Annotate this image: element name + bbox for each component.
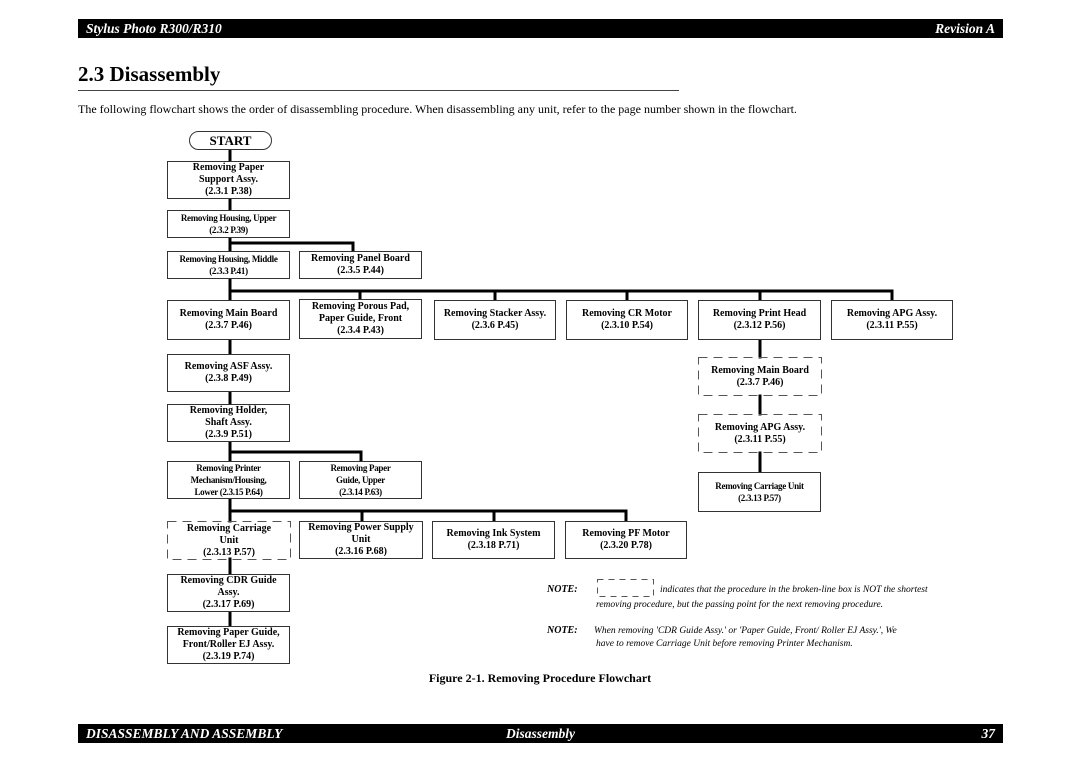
node-label-line: (2.3.12 P.56) (733, 320, 786, 331)
node-label-line: (2.3.14 P.63) (339, 487, 382, 497)
node-label-line: (2.3.19 P.74) (202, 651, 255, 662)
node-label-line: Unit (351, 534, 371, 545)
node-label-line: (2.3.6 P.45) (471, 320, 519, 331)
note-text-continued: removing procedure, but the passing poin… (596, 600, 884, 610)
node-label-line: (2.3.11 P.55) (734, 433, 786, 445)
node-cdr-guide: Removing CDR Guide Assy. (2.3.17 P.69) (167, 574, 290, 612)
node-label-line: Removing Paper (192, 162, 265, 173)
connector (228, 509, 628, 523)
node-label-line: Removing Print Head (712, 308, 807, 319)
node-label-line: (2.3.7 P.46) (736, 376, 784, 388)
node-label-line: Removing Main Board (711, 364, 809, 376)
node-label-line: (2.3.1 P.38) (205, 186, 252, 197)
node-label-line: (2.3.4 P.43) (337, 325, 384, 336)
node-label-line: Removing Printer (196, 463, 261, 473)
node-ink-system: Removing Ink System (2.3.18 P.71) (432, 521, 555, 559)
note-label: NOTE: (547, 625, 578, 636)
node-carriage-unit: Removing Carriage Unit (2.3.13 P.57) (698, 472, 821, 512)
node-label-line: Support Assy. (199, 174, 258, 185)
node-main-board-dashed: Removing Main Board (2.3.7 P.46) (698, 357, 822, 396)
note-text: When removing 'CDR Guide Assy.' or 'Pape… (594, 626, 897, 636)
connector (228, 241, 355, 253)
node-label-line: Mechanism/Housing, (190, 475, 267, 485)
node-label-line: Front/Roller EJ Assy. (182, 639, 275, 650)
node-label-line: (2.3.11 P.55) (866, 320, 918, 331)
node-label-line: (2.3.3 P.41) (209, 266, 248, 276)
node-label-line: Removing Carriage (186, 522, 272, 534)
node-label-line: Unit (219, 534, 239, 546)
node-label-line: (2.3.8 P.49) (205, 373, 252, 384)
node-label-line: (2.3.10 P.54) (601, 320, 653, 331)
note-text-continued: have to remove Carriage Unit before remo… (596, 639, 853, 649)
connector (228, 450, 363, 463)
node-label-line: Removing Stacker Assy. (443, 308, 547, 319)
node-label-line: (2.3.18 P.71) (467, 540, 520, 551)
node-label-line: (2.3.16 P.68) (335, 546, 387, 557)
node-label-line: (2.3.2 P.39) (209, 225, 248, 235)
start-terminal: START (189, 131, 272, 150)
node-label-line: (2.3.7 P.46) (205, 320, 252, 331)
node-label-line: Removing Ink System (446, 528, 541, 539)
node-printer-mechanism: Removing Printer Mechanism/Housing, Lower … (167, 461, 290, 499)
flowchart-connectors (167, 148, 894, 628)
node-label-line: Removing Main Board (179, 308, 278, 319)
node-asf: Removing ASF Assy. (2.3.8 P.49) (167, 354, 290, 392)
page-number: 37 (981, 725, 996, 741)
note-label: NOTE: (547, 584, 578, 595)
dashed-border (597, 579, 654, 597)
node-pf-motor: Removing PF Motor (2.3.20 P.78) (565, 521, 687, 559)
node-label-line: Assy. (217, 587, 240, 598)
node-carriage-unit-dashed: Removing Carriage Unit (2.3.13 P.57) (167, 521, 291, 560)
node-holder-shaft: Removing Holder, Shaft Assy. (2.3.9 P.51) (167, 404, 290, 442)
node-paper-support: Removing Paper Support Assy. (2.3.1 P.38) (167, 161, 290, 199)
node-housing-middle: Removing Housing, Middle (2.3.3 P.41) (167, 251, 290, 279)
node-label-line: Removing APG Assy. (714, 421, 806, 433)
node-apg-assy: Removing APG Assy. (2.3.11 P.55) (831, 300, 953, 340)
node-label-line: Removing APG Assy. (846, 308, 938, 319)
node-label-line: Removing Porous Pad, (311, 301, 410, 312)
node-label-line: Removing Paper (330, 463, 391, 473)
chapter-name: DISASSEMBLY AND ASSEMBLY (86, 725, 283, 741)
node-housing-upper: Removing Housing, Upper (2.3.2 P.39) (167, 210, 290, 238)
node-label-line: Paper Guide, Front (318, 313, 403, 324)
node-paper-guide-front: Removing Paper Guide, Front/Roller EJ Ass… (167, 626, 290, 664)
node-label-line: Removing PF Motor (582, 528, 670, 539)
node-label-line: Removing CDR Guide (180, 575, 277, 586)
node-paper-guide-upper: Removing Paper Guide, Upper (2.3.14 P.63) (299, 461, 422, 499)
node-label-line: Shaft Assy. (205, 417, 252, 428)
note-text: indicates that the procedure in the brok… (660, 585, 928, 595)
node-label-line: Removing ASF Assy. (184, 361, 273, 372)
node-label-line: (2.3.13 P.57) (203, 546, 255, 558)
node-main-board: Removing Main Board (2.3.7 P.46) (167, 300, 290, 340)
figure-caption: Figure 2-1. Removing Procedure Flowchart (428, 671, 652, 685)
node-label-line: (2.3.17 P.69) (202, 599, 255, 610)
node-label-line: Removing Housing, Middle (179, 254, 278, 264)
node-label-line: Removing Power Supply (308, 522, 414, 533)
node-label-line: Removing Paper Guide, (177, 627, 280, 638)
page-footer: DISASSEMBLY AND ASSEMBLY Disassembly 37 (78, 724, 1003, 743)
node-label-line: (2.3.9 P.51) (205, 429, 252, 440)
node-label-line: Removing Carriage Unit (715, 481, 804, 491)
node-label-line: Removing Housing, Upper (180, 213, 277, 223)
node-cr-motor: Removing CR Motor (2.3.10 P.54) (566, 300, 688, 340)
node-print-head: Removing Print Head (2.3.12 P.56) (698, 300, 821, 340)
node-stacker: Removing Stacker Assy. (2.3.6 P.45) (434, 300, 556, 340)
node-label-line: (2.3.13 P.57) (738, 493, 781, 503)
node-label-line: Lower (2.3.15 P.64) (194, 487, 263, 497)
node-power-supply: Removing Power Supply Unit (2.3.16 P.68) (299, 521, 423, 559)
node-porous-pad: Removing Porous Pad, Paper Guide, Front (2… (299, 299, 422, 339)
node-label-line: Removing Panel Board (311, 253, 410, 264)
node-label-line: Removing CR Motor (582, 308, 672, 319)
node-label-line: Guide, Upper (336, 475, 385, 485)
node-label-line: Removing Holder, (189, 405, 268, 416)
node-apg-assy-dashed: Removing APG Assy. (2.3.11 P.55) (698, 414, 822, 453)
node-label-line: (2.3.20 P.78) (600, 540, 652, 551)
node-label-line: (2.3.5 P.44) (337, 265, 384, 276)
node-panel-board: Removing Panel Board (2.3.5 P.44) (299, 251, 422, 279)
